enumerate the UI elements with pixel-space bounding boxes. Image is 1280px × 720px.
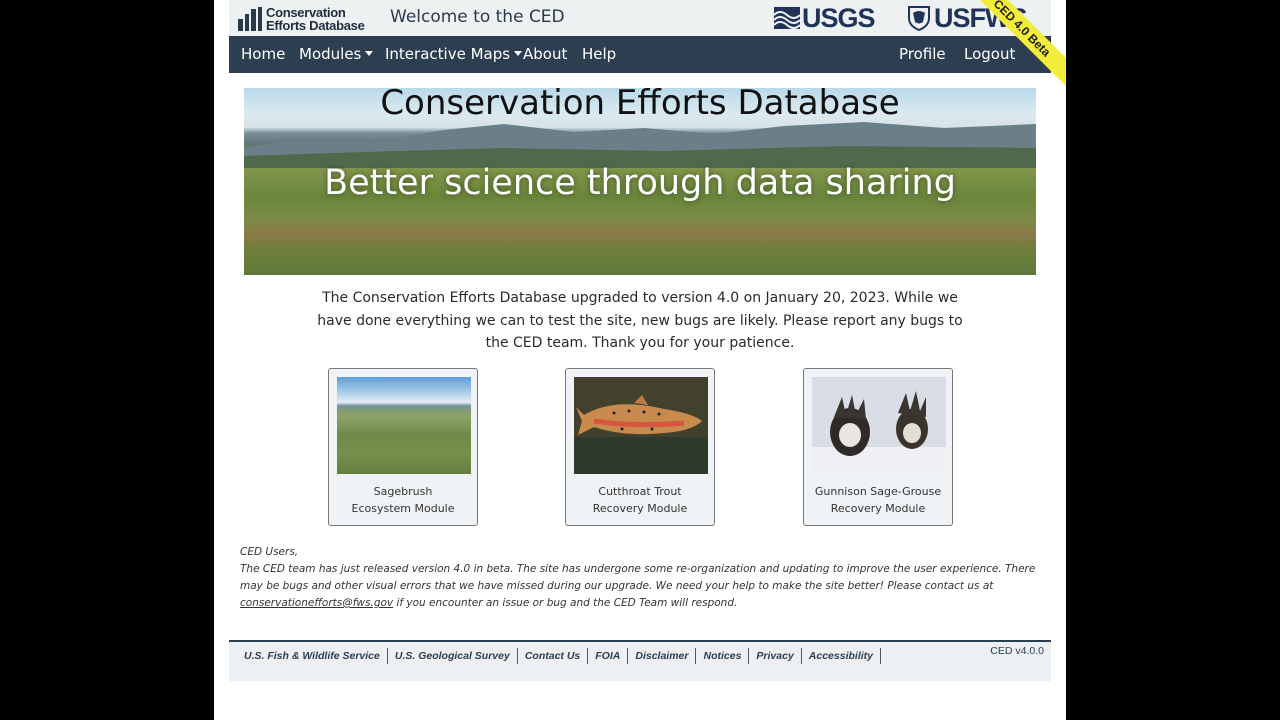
- footer-link-privacy[interactable]: Privacy: [749, 648, 802, 664]
- sagebrush-module-card[interactable]: Sagebrush Ecosystem Module: [328, 368, 478, 526]
- gunnison-sage-grouse-module-card[interactable]: Gunnison Sage-Grouse Recovery Module: [803, 368, 953, 526]
- usgs-wave-icon: [774, 7, 800, 29]
- logo-line2: Efforts Database: [266, 18, 365, 33]
- trout-image: [574, 377, 708, 474]
- usgs-logo-text: USGS: [802, 2, 876, 33]
- bar-chart-icon: [238, 7, 262, 31]
- card-label-line2: Recovery Module: [592, 502, 688, 515]
- footer: U.S. Fish & Wildlife Service U.S. Geolog…: [229, 640, 1051, 681]
- nav-home-label: Home: [241, 45, 286, 63]
- nav-help-label: Help: [582, 45, 617, 63]
- nav-about[interactable]: About: [523, 36, 567, 73]
- nav-about-label: About: [523, 45, 568, 63]
- card-label-line1: Cutthroat Trout: [598, 485, 682, 498]
- footer-link-accessibility[interactable]: Accessibility: [802, 648, 881, 664]
- version-label: CED v4.0.0: [990, 645, 1044, 657]
- hero-title: Conservation Efforts Database: [380, 88, 900, 123]
- gunnison-sage-grouse-module-label: Gunnison Sage-Grouse Recovery Module: [804, 483, 952, 517]
- sage-grouse-icon: [812, 377, 946, 474]
- nav-modules-label: Modules: [299, 45, 362, 63]
- card-label-line2: Ecosystem Module: [351, 502, 455, 515]
- cutthroat-trout-module-label: Cutthroat Trout Recovery Module: [566, 483, 714, 517]
- footer-links: U.S. Fish & Wildlife Service U.S. Geolog…: [237, 648, 881, 664]
- footer-link-usfws[interactable]: U.S. Fish & Wildlife Service: [237, 648, 388, 664]
- card-label-line2: Recovery Module: [830, 502, 926, 515]
- hero-banner: Conservation Efforts Database Better sci…: [244, 88, 1036, 275]
- users-message: CED Users, The CED team has just release…: [240, 544, 1040, 612]
- users-message-text-end: if you encounter an issue or bug and the…: [393, 597, 738, 609]
- footer-link-disclaimer[interactable]: Disclaimer: [628, 648, 697, 664]
- sage-grouse-image: [812, 377, 946, 474]
- main-navbar: Home Modules Interactive Maps About Help…: [229, 36, 1051, 73]
- logo-text: Conservation Efforts Database: [266, 6, 365, 32]
- nav-logout-label: Logout: [964, 45, 1016, 63]
- users-greeting: CED Users,: [240, 546, 299, 558]
- sagebrush-image: [337, 377, 471, 474]
- footer-link-usgs[interactable]: U.S. Geological Survey: [388, 648, 518, 664]
- nav-interactive-maps-label: Interactive Maps: [385, 45, 511, 63]
- card-label-line1: Sagebrush: [373, 485, 433, 498]
- page: Conservation Efforts Database Welcome to…: [214, 0, 1066, 720]
- welcome-text: Welcome to the CED: [390, 7, 565, 27]
- usgs-logo[interactable]: USGS: [774, 2, 876, 33]
- users-message-body: The CED team has just released version 4…: [240, 561, 1040, 612]
- top-header: Conservation Efforts Database Welcome to…: [229, 0, 1051, 36]
- cutthroat-trout-module-card[interactable]: Cutthroat Trout Recovery Module: [565, 368, 715, 526]
- nav-profile-label: Profile: [899, 45, 946, 63]
- footer-link-contact[interactable]: Contact Us: [518, 648, 589, 664]
- footer-link-foia[interactable]: FOIA: [588, 648, 629, 664]
- caret-down-icon: [365, 51, 374, 56]
- ced-logo[interactable]: Conservation Efforts Database: [238, 5, 365, 33]
- nav-help[interactable]: Help: [582, 36, 616, 73]
- fws-shield-icon: [908, 6, 930, 31]
- hero-subtitle: Better science through data sharing: [324, 163, 956, 203]
- users-message-text: The CED team has just released version 4…: [240, 563, 1036, 592]
- caret-down-icon: [514, 51, 523, 56]
- nav-interactive-maps[interactable]: Interactive Maps: [385, 36, 523, 73]
- trout-icon: [574, 377, 708, 474]
- nav-home[interactable]: Home: [241, 36, 285, 73]
- sagebrush-module-label: Sagebrush Ecosystem Module: [329, 483, 477, 517]
- card-label-line1: Gunnison Sage-Grouse: [814, 485, 942, 498]
- upgrade-notice: The Conservation Efforts Database upgrad…: [317, 290, 963, 351]
- nav-modules[interactable]: Modules: [299, 36, 374, 73]
- nav-logout[interactable]: Logout: [964, 36, 1015, 73]
- mountains-image: [244, 122, 1036, 168]
- nav-profile[interactable]: Profile: [899, 36, 946, 73]
- contact-email-link[interactable]: conservationefforts@fws.gov: [240, 597, 393, 609]
- footer-link-notices[interactable]: Notices: [696, 648, 750, 664]
